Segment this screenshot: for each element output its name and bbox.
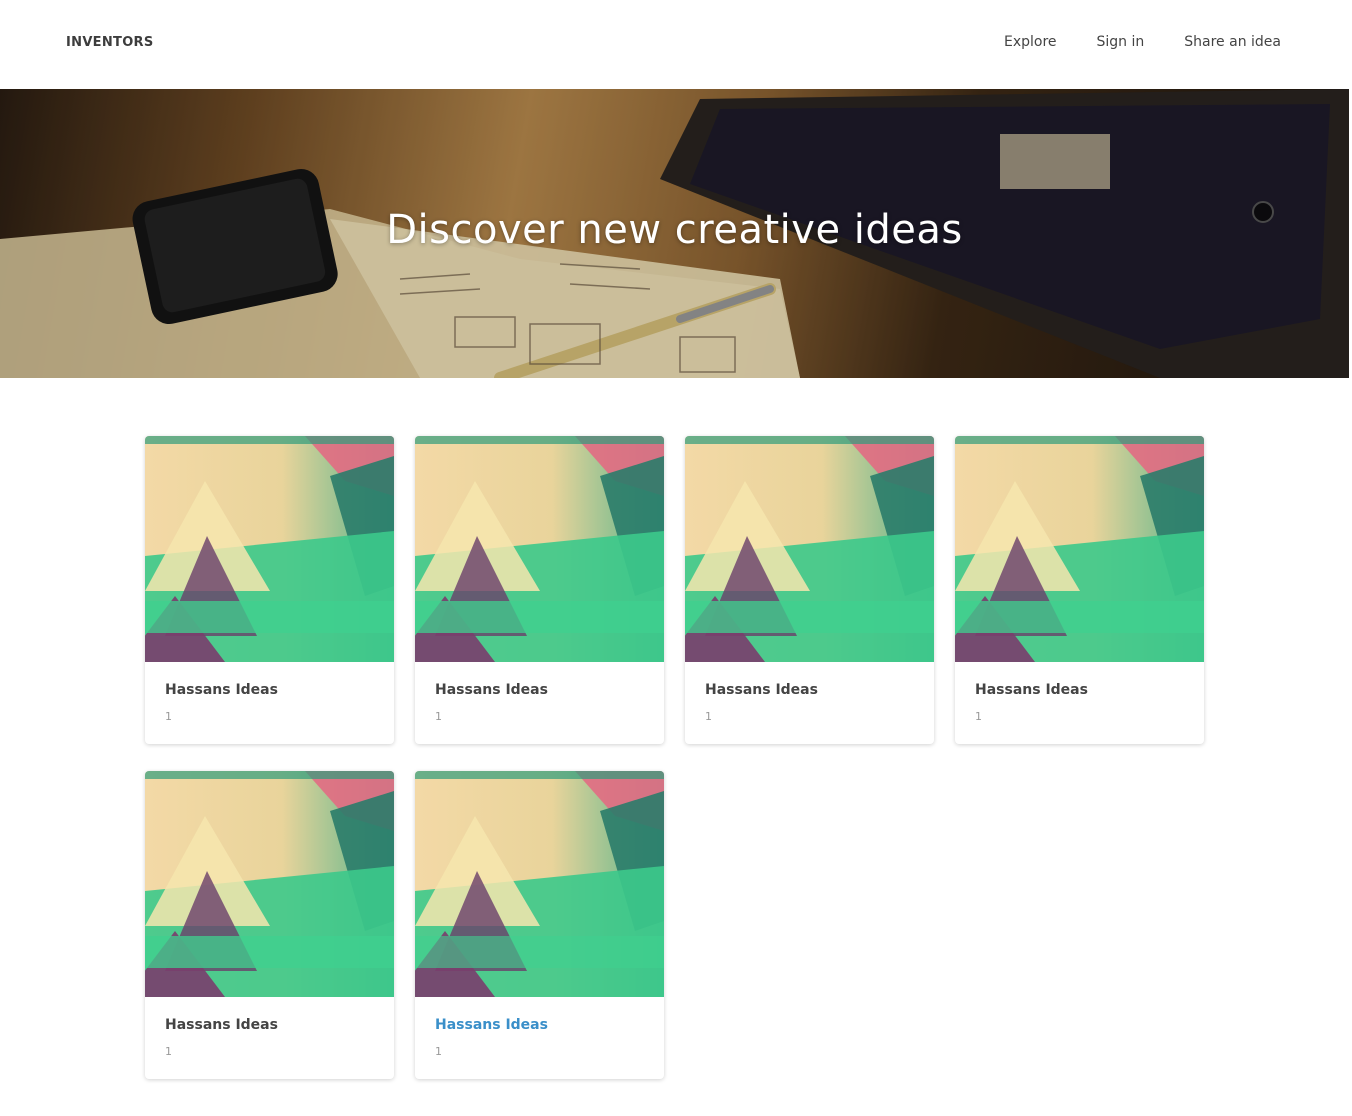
idea-title-link[interactable]: Hassans Ideas <box>435 682 548 698</box>
idea-title-link[interactable]: Hassans Ideas <box>165 1017 278 1033</box>
hero-banner: Discover new creative ideas <box>0 89 1349 378</box>
nav-share-idea-link[interactable]: Share an idea <box>1184 34 1281 50</box>
idea-thumbnail[interactable] <box>415 436 664 662</box>
idea-card[interactable]: Hassans Ideas 1 <box>415 771 664 1079</box>
idea-thumbnail[interactable] <box>685 436 934 662</box>
idea-thumbnail[interactable] <box>955 436 1204 662</box>
idea-title-link[interactable]: Hassans Ideas <box>435 1017 548 1033</box>
hero-title: Discover new creative ideas <box>386 207 963 253</box>
nav-links: Explore Sign in Share an idea <box>1004 34 1281 50</box>
idea-count: 1 <box>435 1045 442 1058</box>
idea-thumbnail[interactable] <box>145 771 394 997</box>
idea-thumbnail[interactable] <box>145 436 394 662</box>
navbar: INVENTORS Explore Sign in Share an idea <box>0 0 1352 89</box>
idea-count: 1 <box>435 710 442 723</box>
idea-card[interactable]: Hassans Ideas 1 <box>685 436 934 744</box>
idea-title-link[interactable]: Hassans Ideas <box>975 682 1088 698</box>
idea-count: 1 <box>165 1045 172 1058</box>
nav-explore-link[interactable]: Explore <box>1004 34 1057 50</box>
idea-card[interactable]: Hassans Ideas 1 <box>145 771 394 1079</box>
idea-card[interactable]: Hassans Ideas 1 <box>145 436 394 744</box>
idea-title-link[interactable]: Hassans Ideas <box>705 682 818 698</box>
idea-title-link[interactable]: Hassans Ideas <box>165 682 278 698</box>
idea-thumbnail[interactable] <box>415 771 664 997</box>
brand-logo[interactable]: INVENTORS <box>66 35 154 50</box>
idea-count: 1 <box>705 710 712 723</box>
idea-count: 1 <box>165 710 172 723</box>
nav-sign-in-link[interactable]: Sign in <box>1097 34 1145 50</box>
idea-card[interactable]: Hassans Ideas 1 <box>955 436 1204 744</box>
idea-count: 1 <box>975 710 982 723</box>
idea-card[interactable]: Hassans Ideas 1 <box>415 436 664 744</box>
